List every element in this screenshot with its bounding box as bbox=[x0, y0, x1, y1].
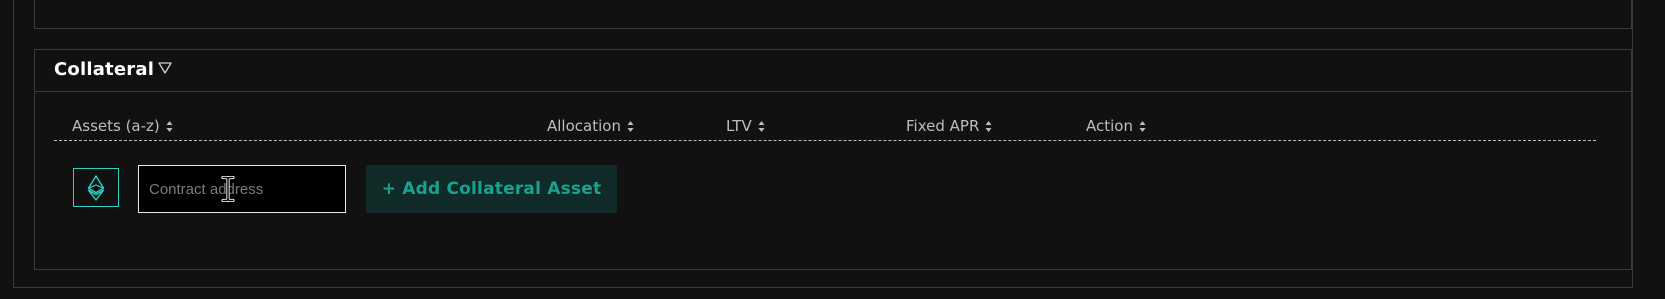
column-header-allocation[interactable]: Allocation bbox=[547, 117, 634, 135]
column-header-label: Fixed APR bbox=[906, 117, 980, 135]
column-header-label: Allocation bbox=[547, 117, 621, 135]
ethereum-icon bbox=[87, 174, 105, 201]
column-header-fixed-apr[interactable]: Fixed APR bbox=[906, 117, 992, 135]
column-header-assets[interactable]: Assets (a-z) bbox=[72, 117, 173, 135]
add-collateral-asset-button[interactable]: + Add Collateral Asset bbox=[366, 165, 617, 213]
column-header-action[interactable]: Action bbox=[1086, 117, 1146, 135]
collateral-table-header: Assets (a-z) Allocation LTV Fixed APR Ac… bbox=[54, 109, 1596, 141]
sort-updown-icon bbox=[166, 120, 173, 132]
previous-section-card bbox=[34, 0, 1632, 29]
column-header-ltv[interactable]: LTV bbox=[726, 117, 765, 135]
contract-address-input[interactable] bbox=[138, 165, 346, 213]
asset-selector-button[interactable] bbox=[73, 168, 119, 207]
column-header-label: LTV bbox=[726, 117, 752, 135]
sort-updown-icon bbox=[985, 120, 992, 132]
sort-updown-icon bbox=[627, 120, 634, 132]
collateral-header[interactable]: Collateral bbox=[35, 50, 1631, 92]
column-header-label: Assets (a-z) bbox=[72, 117, 160, 135]
sort-updown-icon bbox=[1139, 120, 1146, 132]
collateral-card: Collateral Assets (a-z) Allocation LTV F… bbox=[34, 49, 1632, 270]
triangle-down-outline-icon[interactable] bbox=[157, 60, 173, 76]
column-header-label: Action bbox=[1086, 117, 1133, 135]
collateral-title: Collateral bbox=[54, 59, 155, 80]
sort-updown-icon bbox=[758, 120, 765, 132]
